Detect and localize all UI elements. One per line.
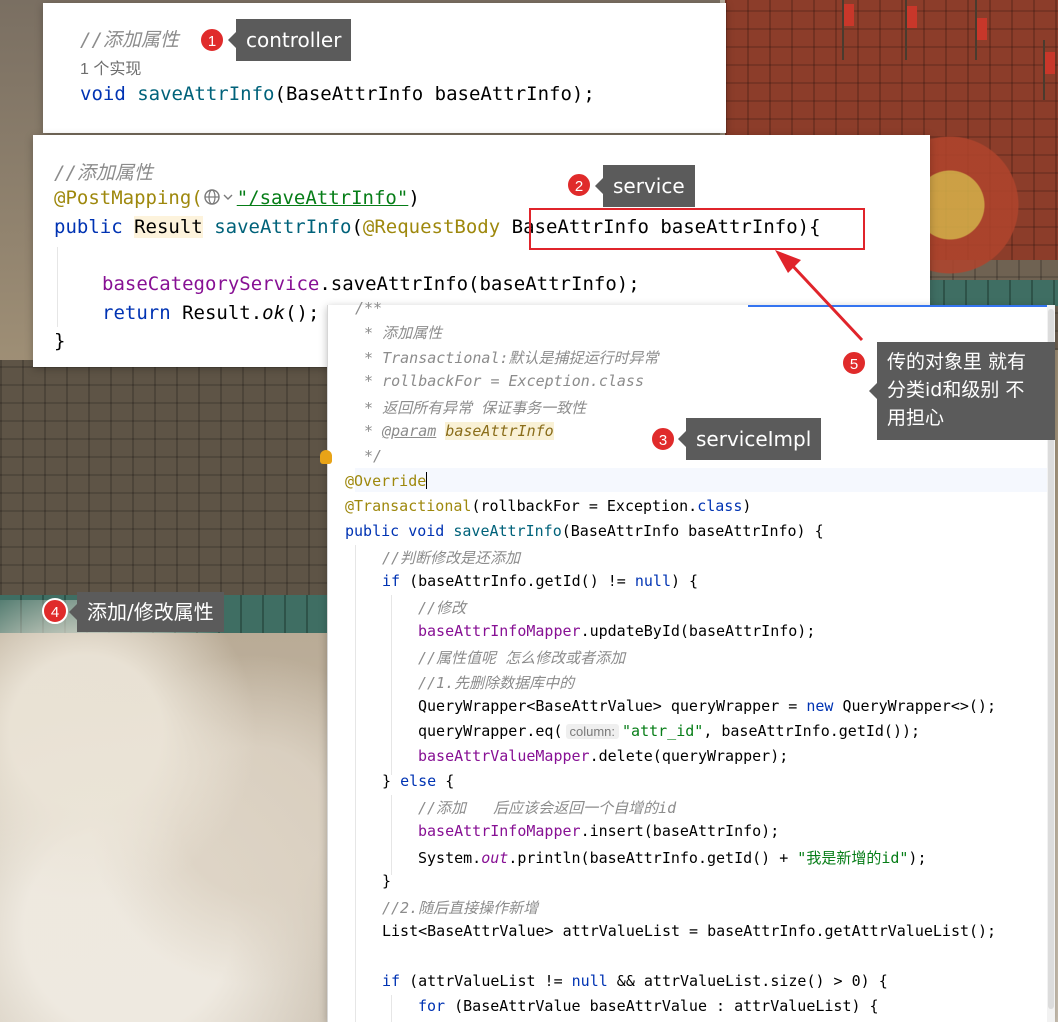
annotation-tag-serviceimpl: serviceImpl [677, 418, 822, 460]
annotation-badge-5: 5 [841, 350, 867, 376]
annotation-tag-add-modify: 添加/修改属性 [69, 592, 224, 632]
annotation-tag-service: service [595, 165, 695, 207]
annotation-badge-1: 1 [199, 27, 225, 53]
annotation-badge-2: 2 [566, 172, 592, 198]
annotation-badge-4: 4 [42, 598, 68, 624]
annotation-arrow [775, 250, 864, 342]
annotation-badge-3: 3 [650, 426, 676, 452]
annotation-tag-note: 传的对象里 就有 分类id和级别 不 用担心 [869, 342, 1055, 440]
annotation-tag-controller: controller [227, 19, 352, 61]
